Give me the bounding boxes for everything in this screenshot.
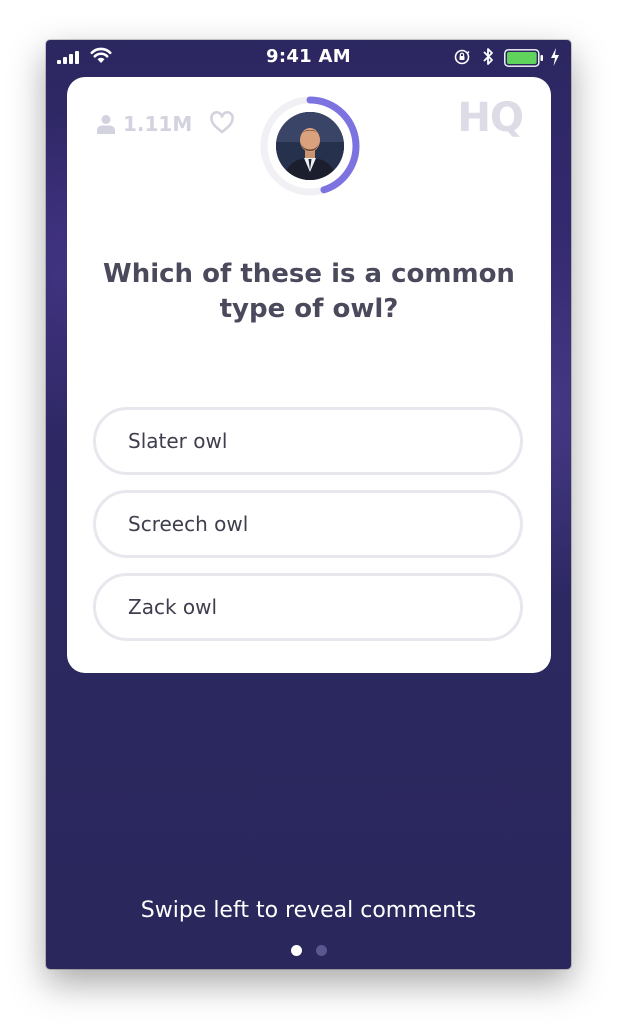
page-dot[interactable] xyxy=(290,945,302,956)
question-card: 1.11M HQ Which of these is a common type… xyxy=(67,77,551,673)
viewer-count: 1.11M xyxy=(97,112,192,136)
charging-bolt-icon xyxy=(551,48,559,66)
heart-icon[interactable] xyxy=(209,110,235,136)
rotation-lock-icon xyxy=(454,49,470,65)
viewer-count-label: 1.11M xyxy=(123,112,193,136)
battery-icon xyxy=(504,49,543,67)
host-timer xyxy=(259,95,361,197)
person-icon xyxy=(97,115,115,134)
bluetooth-icon xyxy=(483,48,493,65)
answer-option-2[interactable]: Screech owl xyxy=(93,490,523,558)
answer-option-1[interactable]: Slater owl xyxy=(93,407,523,475)
phone-screen: 9:41 AM 1.11M HQ Which of these is a com… xyxy=(46,40,571,969)
question-text: Which of these is a common type of owl? xyxy=(103,259,515,324)
host-avatar xyxy=(276,112,344,180)
page-indicator[interactable] xyxy=(46,945,571,956)
swipe-hint: Swipe left to reveal comments xyxy=(140,898,477,923)
answer-option-3[interactable]: Zack owl xyxy=(93,573,523,641)
status-bar: 9:41 AM xyxy=(46,40,571,74)
hq-logo: HQ xyxy=(457,95,524,141)
page-dot[interactable] xyxy=(315,945,327,956)
